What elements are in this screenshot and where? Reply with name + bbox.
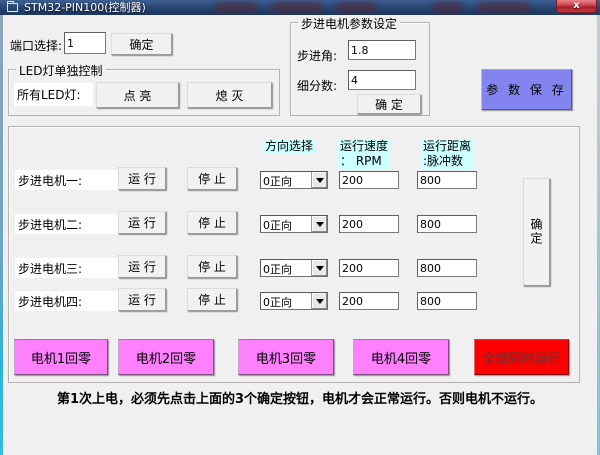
port-confirm-button[interactable]: 确定	[111, 33, 172, 55]
port-input[interactable]	[64, 32, 106, 54]
motor1-speed-input[interactable]	[339, 171, 399, 189]
led-off-button[interactable]: 熄 灭	[187, 82, 272, 108]
motors-panel: 方向选择 运行速度 ： RPM 运行距离 :脉冲数 步进电机一: 运 行 停 止…	[8, 126, 580, 383]
motor4-zero-button[interactable]: 电机4回零	[353, 339, 449, 375]
close-button[interactable]: x	[556, 0, 597, 13]
subdivision-label: 细分数:	[297, 77, 337, 94]
motor2-label: 步进电机二:	[15, 214, 121, 234]
motor2-distance-input[interactable]	[417, 215, 477, 233]
client-area: 端口选择: 确定 LED灯单独控制 所有LED灯: 点 亮 熄 灭 步进电机参数…	[3, 15, 597, 455]
motor1-stop-button[interactable]: 停 止	[187, 167, 237, 190]
led-on-button[interactable]: 点 亮	[96, 82, 179, 108]
motor1-label: 步进电机一:	[15, 170, 121, 190]
step-angle-label: 步进角:	[297, 47, 337, 64]
port-select-label: 端口选择:	[10, 37, 62, 54]
stepper-params-title: 步进电机参数设定	[298, 15, 400, 32]
motor4-distance-input[interactable]	[417, 292, 477, 310]
window-title: STM32-PIN100(控制器)	[24, 0, 146, 15]
motor1-run-button[interactable]: 运 行	[118, 167, 166, 190]
motor2-zero-button[interactable]: 电机2回零	[118, 339, 214, 375]
motor3-distance-input[interactable]	[417, 259, 477, 277]
titlebar-glass-artifact	[336, 2, 376, 13]
subdivision-input[interactable]	[348, 70, 416, 90]
titlebar-glass-artifact	[432, 2, 462, 13]
app-window: STM32-PIN100(控制器) x 端口选择: 确定 LED灯单独控制 所有…	[0, 0, 600, 455]
titlebar-glass-artifact	[215, 2, 257, 13]
motor3-direction-value: 0正向	[263, 261, 292, 277]
motor1-distance-input[interactable]	[417, 171, 477, 189]
motor1-direction-value: 0正向	[263, 173, 292, 189]
motor4-speed-input[interactable]	[339, 292, 399, 310]
motor3-label: 步进电机三:	[15, 258, 121, 278]
params-confirm-button[interactable]: 确 定	[357, 94, 421, 114]
motor4-stop-button[interactable]: 停 止	[187, 288, 237, 311]
motors-confirm-button[interactable]: 确定	[523, 178, 550, 286]
motor2-stop-button[interactable]: 停 止	[187, 211, 237, 234]
window-icon	[7, 3, 18, 12]
motor4-direction-value: 0正向	[263, 294, 292, 310]
all-led-label: 所有LED灯:	[14, 83, 93, 106]
motor3-speed-input[interactable]	[339, 259, 399, 277]
dropdown-arrow-icon[interactable]	[311, 172, 327, 188]
motor4-label: 步进电机四:	[15, 291, 121, 311]
motor4-direction-select[interactable]: 0正向	[260, 292, 328, 310]
led-control-group: LED灯单独控制 所有LED灯: 点 亮 熄 灭	[8, 69, 280, 116]
motor3-zero-button[interactable]: 电机3回零	[238, 339, 334, 375]
dropdown-arrow-icon[interactable]	[311, 293, 327, 309]
motor4-run-button[interactable]: 运 行	[118, 288, 166, 311]
motor2-speed-input[interactable]	[339, 215, 399, 233]
motor2-direction-select[interactable]: 0正向	[260, 215, 328, 233]
titlebar: STM32-PIN100(控制器) x	[0, 0, 600, 15]
motor3-run-button[interactable]: 运 行	[118, 255, 166, 278]
motor2-run-button[interactable]: 运 行	[118, 211, 166, 234]
save-params-button[interactable]: 参 数 保 存	[481, 69, 572, 110]
startup-instruction-note: 第1次上电，必须先点击上面的3个确定按钮，电机才会正常运行。否则电机不运行。	[3, 388, 597, 407]
distance-header: 运行距离 :脉冲数	[421, 139, 473, 169]
dropdown-arrow-icon[interactable]	[311, 260, 327, 276]
motor3-stop-button[interactable]: 停 止	[187, 255, 237, 278]
stepper-params-group: 步进电机参数设定 步进角: 细分数: 确 定	[290, 22, 430, 116]
step-angle-input[interactable]	[348, 40, 416, 60]
motor1-zero-button[interactable]: 电机1回零	[14, 339, 108, 375]
led-group-title: LED灯单独控制	[16, 62, 106, 79]
direction-header: 方向选择	[263, 139, 315, 154]
speed-header: 运行速度 ： RPM	[338, 139, 390, 169]
motor2-direction-value: 0正向	[263, 217, 292, 233]
titlebar-glass-artifact	[272, 2, 322, 13]
dropdown-arrow-icon[interactable]	[311, 216, 327, 232]
titlebar-glass-artifact	[478, 2, 530, 13]
motor3-direction-select[interactable]: 0正向	[260, 259, 328, 277]
motor1-direction-select[interactable]: 0正向	[260, 171, 328, 189]
run-all-button[interactable]: 全部同时运行	[474, 339, 569, 375]
